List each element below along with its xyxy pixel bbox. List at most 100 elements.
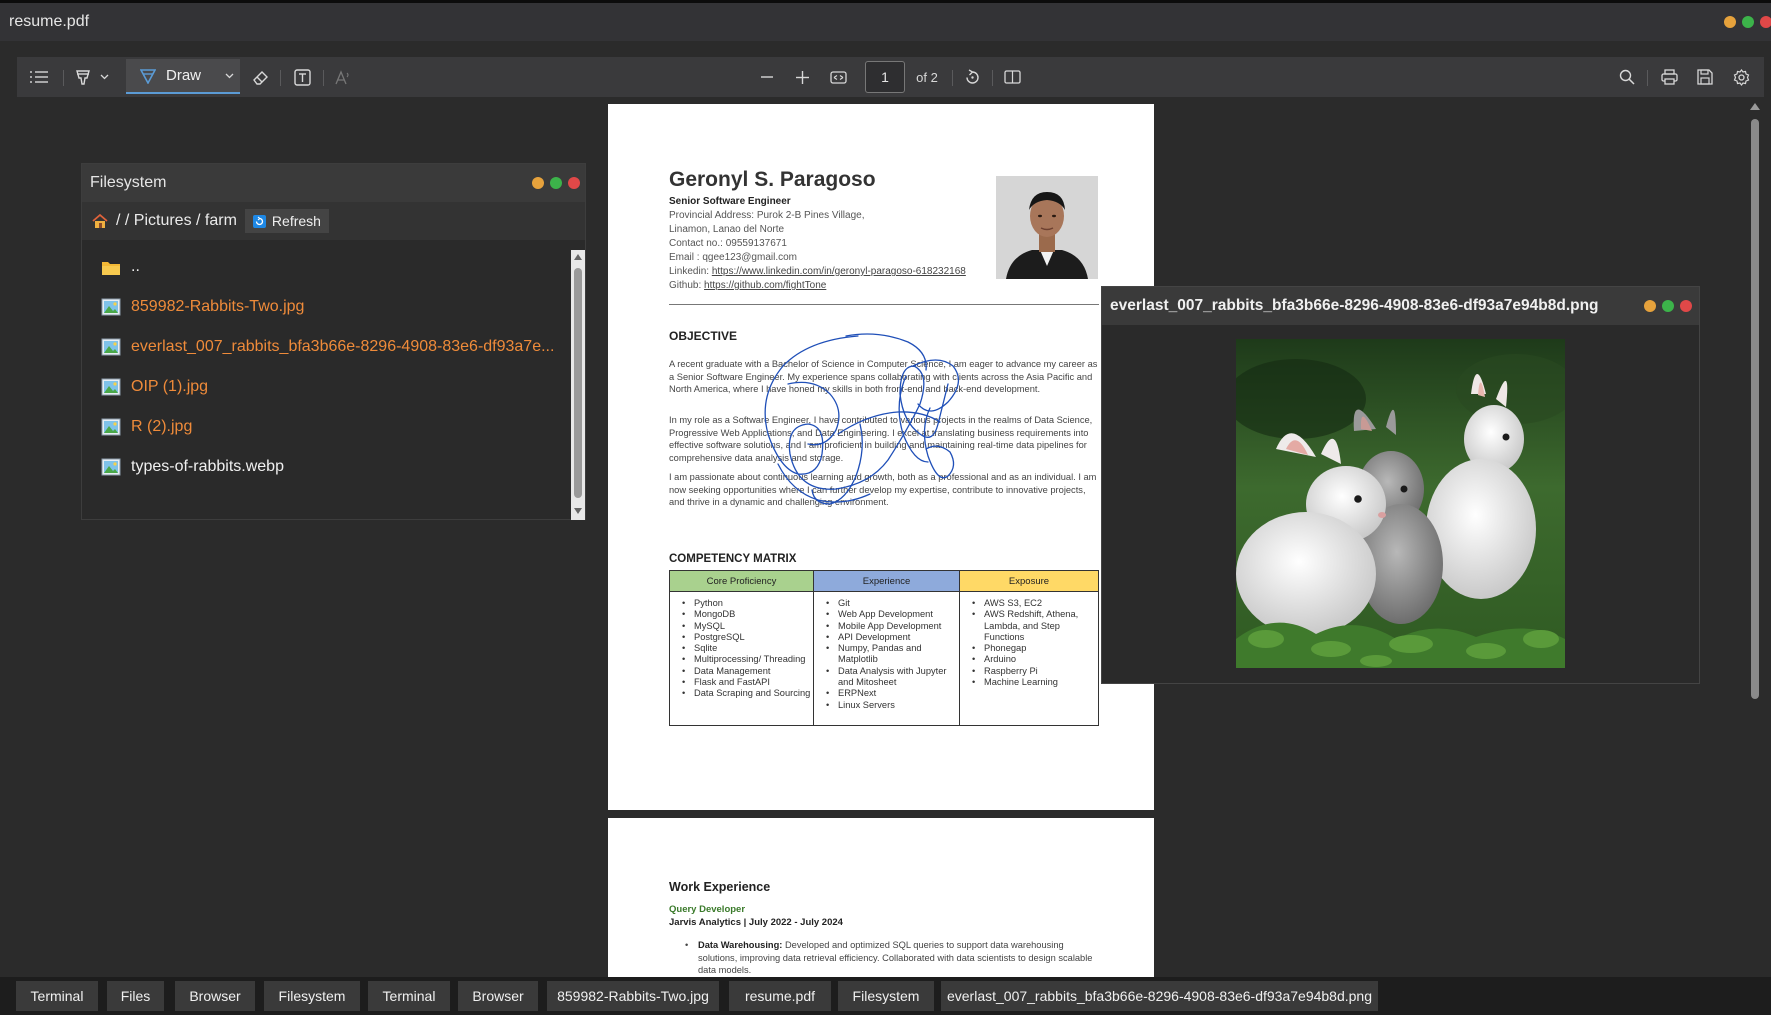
scroll-down-arrow-icon[interactable] [574,508,582,514]
taskbar-item[interactable]: everlast_007_rabbits_bfa3b66e-8296-4908-… [941,981,1378,1011]
rotate-button[interactable] [960,57,984,97]
plus-icon [795,70,809,84]
matrix-item: Multiprocessing/ Threading [682,654,813,666]
matrix-item: AWS Redshift, Athena, Lambda, and Step F… [972,609,1098,643]
file-item[interactable]: everlast_007_rabbits_bfa3b66e-8296-4908-… [101,332,554,362]
objective-paragraph-2: In my role as a Software Engineer, I hav… [669,415,1093,463]
taskbar-item[interactable]: Files [107,981,164,1011]
image-file-icon [101,458,121,476]
rabbits-photo [1236,339,1565,668]
zoom-in-button[interactable] [790,57,814,97]
maximize-button[interactable] [1742,16,1754,28]
resume-address-line-2: Linamon, Lanao del Norte [669,224,785,235]
matrix-header-exposure: Exposure [960,571,1098,592]
taskbar-item[interactable]: Filesystem [838,981,934,1011]
file-list[interactable]: .. 859982-Rabbits-Two.jpg everlast_007_rab… [82,242,569,520]
filesystem-minimize-button[interactable] [532,177,544,189]
app-title: resume.pdf [9,13,90,30]
save-button[interactable] [1693,57,1717,97]
taskbar-item[interactable]: resume.pdf [729,981,831,1011]
breadcrumb-path[interactable]: / / Pictures / farm [116,212,237,230]
settings-button[interactable] [1729,57,1753,97]
linkedin-link[interactable]: https://www.linkedin.com/in/geronyl-para… [712,266,966,277]
file-list-scrollbar-thumb[interactable] [574,268,582,498]
taskbar-item[interactable]: Browser [458,981,538,1011]
objective-paragraph-1: A recent graduate with a Bachelor of Sci… [669,359,1098,395]
file-item[interactable]: R (2).jpg [101,412,192,442]
matrix-list-exposure: AWS S3, EC2AWS Redshift, Athena, Lambda,… [960,592,1098,689]
matrix-item: Flask and FastAPI [682,677,813,689]
github-label: Github: [669,280,705,291]
filesystem-window[interactable]: Filesystem / / Pictures / farm Refresh .… [81,163,586,520]
text-box-button[interactable] [290,57,314,97]
app-titlebar: resume.pdf [0,3,1771,41]
resume-email: Email : qgee123@gmail.com [669,252,797,263]
search-button[interactable] [1615,57,1639,97]
page-view-button[interactable] [1000,57,1024,97]
file-list-scrollbar[interactable] [571,250,585,520]
read-aloud-icon [334,69,349,84]
draw-button[interactable]: Draw [126,59,240,94]
chevron-down-icon [225,73,234,78]
taskbar-item[interactable]: Terminal [368,981,450,1011]
matrix-item: Arduino [972,654,1098,666]
file-item[interactable]: types-of-rabbits.webp [101,452,284,482]
github-link[interactable]: https://github.com/fightTone [704,280,826,291]
matrix-item: Mobile App Development [826,621,959,633]
eraser-button[interactable] [248,57,272,97]
file-name: 859982-Rabbits-Two.jpg [131,298,305,315]
fit-page-button[interactable] [826,57,850,97]
file-item[interactable]: 859982-Rabbits-Two.jpg [101,292,304,322]
minus-icon [761,76,773,78]
image-viewer-window[interactable]: everlast_007_rabbits_bfa3b66e-8296-4908-… [1101,286,1700,684]
image-viewer-maximize-button[interactable] [1662,300,1674,312]
image-viewer-minimize-button[interactable] [1644,300,1656,312]
filesystem-close-button[interactable] [568,177,580,189]
taskbar-item[interactable]: 859982-Rabbits-Two.jpg [547,981,719,1011]
matrix-item: PostgreSQL [682,632,813,644]
matrix-item: ERPNext [826,688,959,700]
fit-width-icon [829,70,847,84]
filesystem-breadcrumb: / / Pictures / farm Refresh [82,202,585,240]
folder-item[interactable]: .. [101,252,140,282]
image-viewer-close-button[interactable] [1680,300,1692,312]
print-button[interactable] [1657,57,1681,97]
taskbar-item[interactable]: Browser [175,981,255,1011]
filesystem-maximize-button[interactable] [550,177,562,189]
file-name: types-of-rabbits.webp [131,458,284,475]
pen-icon [140,68,156,84]
image-viewer-title: everlast_007_rabbits_bfa3b66e-8296-4908-… [1110,297,1599,314]
matrix-item: Phonegap [972,643,1098,655]
taskbar-item[interactable]: Terminal [16,981,98,1011]
image-file-icon [101,418,121,436]
read-aloud-button[interactable] [331,57,355,97]
page-number-input[interactable]: 1 [865,61,905,93]
highlight-options-dropdown[interactable] [97,57,111,97]
scroll-up-arrow-icon[interactable] [1750,103,1760,110]
matrix-item: Python [682,598,813,610]
document-scrollbar[interactable] [1747,97,1764,977]
home-icon[interactable] [92,213,108,229]
resume-name: Geronyl S. Paragoso [669,168,876,191]
matrix-item: MongoDB [682,609,813,621]
taskbar-item[interactable]: Filesystem [264,981,360,1011]
matrix-item: Data Analysis with Jupyter and Mitosheet [826,666,959,689]
highlight-button[interactable] [71,57,95,97]
matrix-item: Git [826,598,959,610]
page-total: of 2 [916,69,938,85]
competency-heading: COMPETENCY MATRIX [669,553,797,565]
minimize-button[interactable] [1724,16,1736,28]
zoom-out-button[interactable] [755,57,779,97]
scroll-up-arrow-icon[interactable] [574,254,582,260]
file-item[interactable]: OIP (1).jpg [101,372,208,402]
save-icon [1697,69,1713,85]
job-title: Query Developer [669,904,746,915]
outline-toggle-button[interactable] [27,57,51,97]
search-icon [1619,69,1635,85]
filesystem-titlebar[interactable]: Filesystem [82,164,585,202]
scrollbar-thumb[interactable] [1751,119,1759,699]
image-viewer-titlebar[interactable]: everlast_007_rabbits_bfa3b66e-8296-4908-… [1102,287,1699,325]
window-controls [1724,16,1771,28]
refresh-button[interactable]: Refresh [244,209,329,233]
close-button[interactable] [1760,16,1771,28]
